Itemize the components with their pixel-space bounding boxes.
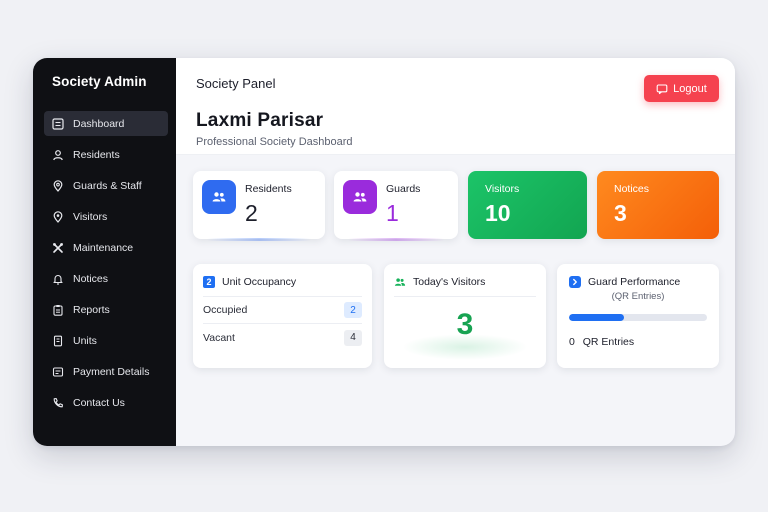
sidebar-title: Society Admin	[52, 74, 147, 89]
stat-label: Visitors	[485, 183, 520, 195]
sidebar-item-reports[interactable]: Reports	[44, 297, 168, 322]
stat-value: 3	[614, 200, 627, 226]
bell-icon	[52, 273, 64, 285]
guard-performance-panel: Guard Performance (QR Entries) 0 QR Entr…	[557, 264, 719, 368]
row-label: Occupied	[203, 304, 248, 316]
sidebar-item-contact-us[interactable]: Contact Us	[44, 390, 168, 415]
tools-icon	[52, 242, 64, 254]
sidebar-item-payment-details[interactable]: Payment Details	[44, 359, 168, 384]
users-icon	[394, 276, 406, 288]
app-window: Society Admin Dashboard Residents Guards…	[33, 58, 735, 446]
panel-header: 2 Unit Occupancy	[203, 276, 362, 297]
clipboard-icon	[52, 304, 64, 316]
chevron-right-icon	[569, 276, 581, 288]
sidebar-item-residents[interactable]: Residents	[44, 142, 168, 167]
stat-card-guards[interactable]: Guards 1	[334, 171, 458, 241]
page-title: Laxmi Parisar	[196, 110, 324, 131]
progress-fill	[569, 314, 625, 321]
panel-title: Guard Performance	[588, 276, 681, 288]
sidebar-item-label: Notices	[73, 272, 109, 285]
stat-label: Residents	[245, 183, 292, 195]
sidebar: Society Admin Dashboard Residents Guards…	[33, 58, 176, 446]
row-value: 4	[344, 329, 362, 346]
visitors-count: 3	[456, 308, 474, 341]
panel-title: Today's Visitors	[413, 276, 486, 288]
row-label: Vacant	[203, 331, 235, 344]
sidebar-item-dashboard[interactable]: Dashboard	[44, 111, 168, 136]
phone-icon	[52, 397, 64, 409]
qr-entries-row: 0 QR Entries	[569, 336, 707, 348]
page-subtitle: Professional Society Dashboard	[196, 136, 353, 148]
card-underline	[348, 238, 444, 241]
users-icon	[202, 180, 236, 214]
table-row: Occupied 2	[203, 297, 362, 324]
stat-card-residents[interactable]: Residents 2	[193, 171, 325, 241]
panel-subtitle: (QR Entries)	[611, 291, 665, 302]
sidebar-item-label: Visitors	[73, 210, 108, 223]
progress-bar	[569, 314, 707, 321]
panel-title: Unit Occupancy	[222, 276, 297, 288]
number-badge-icon: 2	[203, 276, 215, 288]
stat-value: 10	[485, 200, 511, 226]
sidebar-item-visitors[interactable]: Visitors	[44, 204, 168, 229]
stats-row: Residents 2 Guards 1 Visitors 10 Notices…	[193, 171, 720, 241]
map-pin-icon	[52, 210, 64, 223]
users-icon	[343, 180, 377, 214]
receipt-icon	[52, 366, 64, 378]
todays-visitors-panel: Today's Visitors 3	[384, 264, 546, 368]
message-icon	[656, 83, 668, 94]
logout-label: Logout	[673, 82, 707, 95]
unit-occupancy-panel: 2 Unit Occupancy Occupied 2 Vacant 4	[193, 264, 372, 368]
table-row: Vacant 4	[203, 324, 362, 351]
card-underline	[207, 238, 311, 241]
stat-card-visitors[interactable]: Visitors 10	[468, 171, 587, 239]
stat-value: 2	[245, 200, 258, 226]
sidebar-item-label: Contact Us	[73, 396, 125, 409]
dashboard-icon	[52, 117, 64, 130]
sidebar-item-label: Guards & Staff	[73, 179, 142, 192]
stat-value: 1	[386, 200, 399, 226]
sidebar-item-label: Payment Details	[73, 365, 150, 378]
logout-button[interactable]: Logout	[644, 75, 719, 102]
sidebar-item-label: Maintenance	[73, 241, 134, 254]
sidebar-item-maintenance[interactable]: Maintenance	[44, 235, 168, 260]
stat-label: Notices	[614, 183, 650, 195]
stat-card-notices[interactable]: Notices 3	[597, 171, 719, 239]
door-icon	[52, 335, 64, 347]
user-icon	[52, 149, 64, 161]
sidebar-item-guards-staff[interactable]: Guards & Staff	[44, 173, 168, 198]
header: Society Panel Laxmi Parisar Professional…	[176, 58, 735, 155]
location-pin-icon	[52, 179, 64, 192]
sidebar-item-label: Units	[73, 334, 97, 347]
stat-label: Guards	[386, 183, 421, 195]
sidebar-item-label: Reports	[73, 303, 110, 316]
panel-header: Today's Visitors	[394, 276, 536, 297]
panel-header: Guard Performance	[569, 276, 707, 288]
sidebar-item-label: Residents	[73, 148, 120, 161]
qr-label: QR Entries	[582, 336, 635, 348]
qr-count: 0	[569, 336, 575, 348]
row-value: 2	[344, 302, 362, 318]
sidebar-item-units[interactable]: Units	[44, 328, 168, 353]
sidebar-item-notices[interactable]: Notices	[44, 266, 168, 291]
sidebar-item-label: Dashboard	[73, 117, 125, 130]
main-content: Society Panel Laxmi Parisar Professional…	[176, 58, 735, 446]
